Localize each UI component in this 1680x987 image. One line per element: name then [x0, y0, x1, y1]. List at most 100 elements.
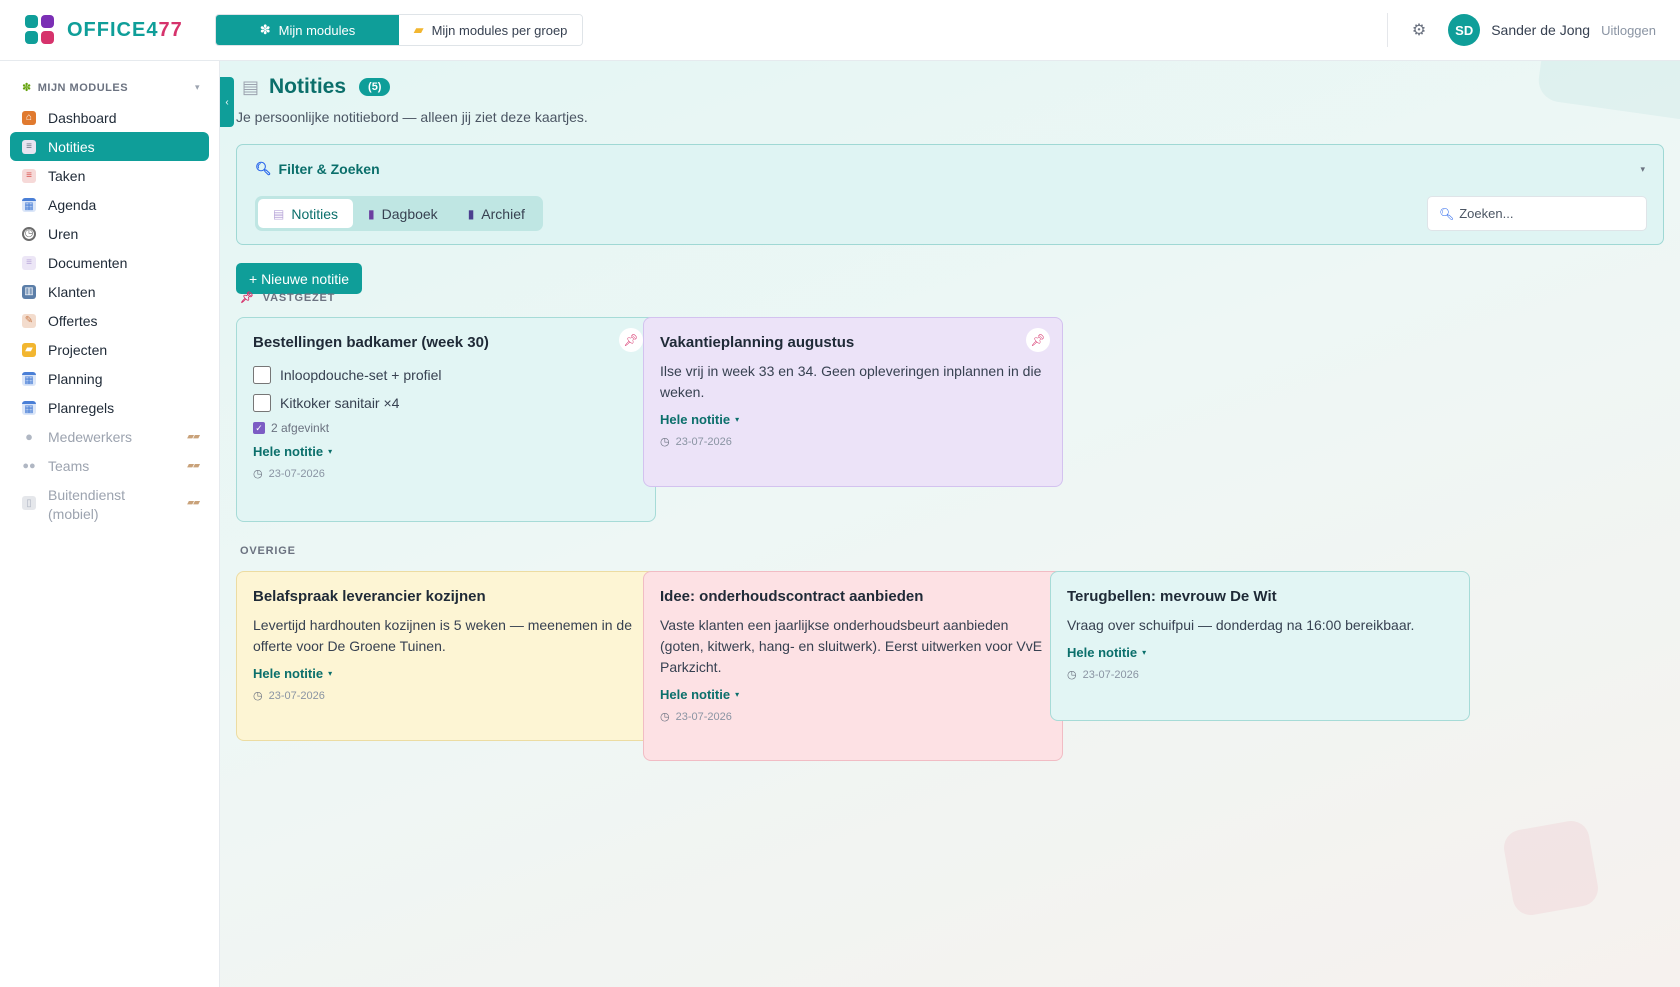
expand-note-link[interactable]: Hele notitie ▾ — [253, 444, 332, 459]
topnav-mijn-modules-per-groep[interactable]: ▰ Mijn modules per groep — [399, 15, 582, 45]
memo-icon: ▤ — [242, 76, 260, 97]
calendar-grid-icon: ▦ — [22, 400, 36, 415]
calendar-icon: ▦ — [22, 197, 36, 212]
avatar[interactable]: SD — [1448, 14, 1481, 46]
puzzle-icon: ✽ — [22, 82, 32, 94]
sidebar-item-medewerkers[interactable]: ● Medewerkers ▰▰ — [10, 422, 209, 451]
note-card[interactable]: Terugbellen: mevrouw De Wit Vraag over s… — [1050, 571, 1470, 721]
calendar-grid-icon: ▦ — [22, 371, 36, 386]
note-date: ◷ 23-07-2026 — [660, 710, 732, 724]
logout-link[interactable]: Uitloggen — [1601, 23, 1656, 38]
top-bar: OFFICE477 ✽ Mijn modules ▰ Mijn modules … — [0, 0, 1680, 61]
gear-icon[interactable]: ⚙ — [1412, 20, 1426, 40]
tab-notities[interactable]: ▤ Notities — [258, 199, 354, 228]
locked-icon: ▰▰ — [187, 497, 200, 507]
building-icon: ▥ — [22, 284, 36, 299]
logo-text: OFFICE477 — [67, 18, 183, 41]
tab-archief[interactable]: ▮ Archief — [453, 199, 540, 228]
note-card[interactable]: 📌︎ Bestellingen badkamer (week 30) Inloo… — [236, 317, 656, 522]
sidebar-item-klanten[interactable]: ▥ Klanten — [10, 277, 209, 306]
sidebar-item-dashboard[interactable]: ⌂ Dashboard — [10, 103, 209, 132]
checklist-checkbox[interactable] — [253, 366, 271, 384]
clock-icon: ◷ — [1067, 669, 1077, 681]
sidebar-item-agenda[interactable]: ▦ Agenda — [10, 190, 209, 219]
sidebar-collapse-button[interactable]: ‹ — [220, 77, 234, 127]
sidebar-item-documenten[interactable]: ≡ Documenten — [10, 248, 209, 277]
main-content: ‹ ▤ Notities (5) Je persoonlijke notitie… — [220, 61, 1680, 987]
note-card[interactable]: 📌︎ Vakantieplanning augustus Ilse vrij i… — [643, 317, 1063, 487]
checklist-item[interactable]: Inloopdouche-set + profiel — [253, 361, 639, 389]
clock-icon: ◷ — [22, 226, 36, 241]
page-title: Notities — [269, 75, 347, 98]
background-decoration — [1535, 61, 1680, 123]
sidebar-item-offertes[interactable]: ✎ Offertes — [10, 306, 209, 335]
sidebar-item-projecten[interactable]: ▰ Projecten — [10, 335, 209, 364]
page-header: ▤ Notities (5) — [242, 75, 391, 99]
filter-toggle[interactable]: 🔍︎ Filter & Zoeken — [255, 161, 380, 177]
note-title: Idee: onderhoudscontract aanbieden — [660, 588, 924, 605]
filter-panel: 🔍︎ Filter & Zoeken ▾ ▤ Notities ▮ Dagboe… — [236, 144, 1664, 245]
topnav-mijn-modules[interactable]: ✽ Mijn modules — [216, 15, 399, 45]
people-icon: ●● — [22, 459, 36, 472]
sidebar-item-planregels[interactable]: ▦ Planregels — [10, 393, 209, 422]
note-card[interactable]: Idee: onderhoudscontract aanbieden Vaste… — [643, 571, 1063, 761]
chevron-down-icon[interactable]: ▾ — [1640, 164, 1645, 175]
note-title: Bestellingen badkamer (week 30) — [253, 334, 489, 351]
archive-book-icon: ▮ — [467, 206, 475, 221]
user-area: ⚙ SD Sander de Jong Uitloggen — [1386, 13, 1656, 47]
clock-icon: ◷ — [660, 436, 670, 448]
phone-icon: ▯ — [22, 496, 36, 510]
pin-icon: 📌︎ — [240, 292, 255, 304]
clock-icon: ◷ — [253, 468, 263, 480]
sidebar-item-notities[interactable]: ≡ Notities — [10, 132, 209, 161]
page-subtitle: Je persoonlijke notitiebord — alleen jij… — [236, 109, 588, 125]
background-decoration — [1501, 818, 1601, 918]
new-note-button[interactable]: + Nieuwe notitie — [236, 263, 363, 294]
note-date: ◷ 23-07-2026 — [253, 467, 325, 481]
expand-note-link[interactable]: Hele notitie ▾ — [660, 687, 739, 702]
note-date: ◷ 23-07-2026 — [253, 689, 325, 703]
search-icon: 🔍︎ — [255, 161, 272, 176]
sidebar-item-taken[interactable]: ≡ Taken — [10, 161, 209, 190]
pin-icon[interactable]: 📌︎ — [619, 328, 643, 352]
note-title: Terugbellen: mevrouw De Wit — [1067, 588, 1277, 605]
person-icon: ● — [25, 429, 33, 444]
sidebar: ✽ MIJN MODULES ▾ ⌂ Dashboard ≡ Notities … — [0, 61, 220, 987]
folder-icon: ▰ — [22, 342, 36, 357]
chevron-down-icon: ▾ — [194, 82, 200, 92]
folder-icon: ▰ — [413, 22, 424, 37]
note-card[interactable]: Belafspraak leverancier kozijnen Leverti… — [236, 571, 656, 741]
note-body: Vaste klanten een jaarlijkse onderhoudsb… — [660, 617, 1043, 675]
sidebar-item-uren[interactable]: ◷ Uren — [10, 219, 209, 248]
book-icon: ▮ — [368, 206, 375, 221]
clock-icon: ◷ — [253, 690, 263, 702]
tab-dagboek[interactable]: ▮ Dagboek — [353, 199, 453, 228]
chevron-down-icon: ▾ — [328, 447, 333, 456]
clipboard-icon: ≡ — [22, 168, 36, 183]
section-other-label: OVERIGE — [240, 545, 296, 557]
expand-note-link[interactable]: Hele notitie ▾ — [1067, 645, 1146, 660]
note-title: Belafspraak leverancier kozijnen — [253, 588, 486, 605]
note-type-tabs: ▤ Notities ▮ Dagboek ▮ Archief — [255, 196, 543, 231]
pin-icon[interactable]: 📌︎ — [1026, 328, 1050, 352]
checkbox-checked-icon: ✓ — [253, 422, 265, 434]
sidebar-item-buitendienst[interactable]: ▯ Buitendienst (mobiel) ▰▰ — [10, 480, 209, 524]
expand-note-link[interactable]: Hele notitie ▾ — [253, 666, 332, 681]
expand-note-link[interactable]: Hele notitie ▾ — [660, 412, 739, 427]
checklist-checkbox[interactable] — [253, 394, 271, 412]
search-input[interactable] — [1459, 206, 1640, 221]
locked-icon: ▰▰ — [187, 460, 200, 470]
edit-icon: ✎ — [22, 313, 36, 328]
sidebar-header[interactable]: ✽ MIJN MODULES ▾ — [22, 81, 200, 95]
user-name: Sander de Jong — [1491, 22, 1591, 38]
checked-count: ✓ 2 afgevinkt — [253, 421, 639, 435]
chevron-left-icon: ‹ — [225, 96, 229, 108]
top-nav: ✽ Mijn modules ▰ Mijn modules per groep — [215, 14, 583, 46]
app-logo[interactable]: OFFICE477 — [25, 15, 183, 45]
sidebar-item-teams[interactable]: ●● Teams ▰▰ — [10, 451, 209, 480]
note-title: Vakantieplanning augustus — [660, 334, 855, 351]
checklist-item[interactable]: Kitkoker sanitair ×4 — [253, 389, 639, 417]
sidebar-item-planning[interactable]: ▦ Planning — [10, 364, 209, 393]
chevron-down-icon: ▾ — [735, 415, 740, 424]
memo-icon: ▤ — [273, 206, 285, 221]
